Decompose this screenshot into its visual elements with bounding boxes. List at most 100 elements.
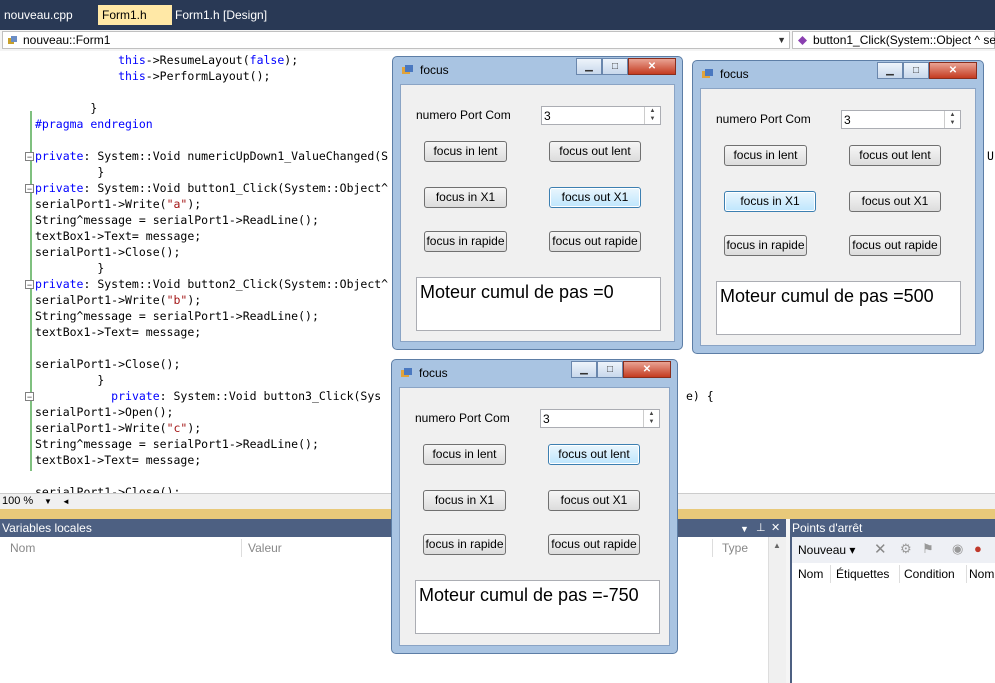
- maximize-button[interactable]: □: [903, 62, 929, 79]
- focus-in-rapide-button[interactable]: focus in rapide: [423, 534, 506, 555]
- breakpoints-column-header[interactable]: Nom: [794, 565, 831, 583]
- focus-out-rapide-button[interactable]: focus out rapide: [549, 231, 641, 252]
- minimize-button[interactable]: ▁: [571, 361, 597, 378]
- code-line: }: [35, 260, 104, 276]
- tab-form1-design[interactable]: Form1.h [Design]: [171, 5, 271, 25]
- close-button[interactable]: ✕: [929, 62, 977, 79]
- focus-in-x1-button[interactable]: focus in X1: [423, 490, 506, 511]
- code-text: ->ResumeLayout(: [145, 53, 250, 67]
- scroll-up-icon[interactable]: ▲: [773, 541, 781, 550]
- output-textbox[interactable]: Moteur cumul de pas =-750: [415, 580, 660, 634]
- port-com-stepper[interactable]: 3 ▲ ▼: [841, 110, 961, 129]
- focus-dialog[interactable]: focus ▁ □ ✕ numero Port Com 3 ▲ ▼ Moteur …: [391, 359, 678, 654]
- maximize-button[interactable]: □: [602, 58, 628, 75]
- focus-dialog[interactable]: focus ▁ □ ✕ numero Port Com 3 ▲ ▼ Moteur …: [692, 60, 984, 354]
- code-line: serialPort1->Write("c");: [35, 420, 201, 436]
- focus-out-rapide-button[interactable]: focus out rapide: [548, 534, 640, 555]
- close-button[interactable]: ✕: [623, 361, 671, 378]
- disable-breakpoint-icon[interactable]: ⚙: [900, 541, 912, 557]
- new-breakpoint-button[interactable]: Nouveau ▾: [798, 543, 855, 557]
- document-tab-bar: nouveau.cpp Form1.h Form1.h [Design]: [0, 0, 995, 30]
- method-icon: [798, 36, 807, 45]
- pin-icon[interactable]: ⊥: [756, 519, 766, 537]
- member-combo[interactable]: button1_Click(System::Object ^ se: [792, 31, 995, 49]
- code-line: serialPort1->Close();: [35, 244, 180, 260]
- enable-breakpoint-icon[interactable]: ⚑: [922, 541, 934, 557]
- delete-icon[interactable]: ✕: [874, 540, 887, 558]
- focus-in-lent-button[interactable]: focus in lent: [724, 145, 807, 166]
- code-string: "c": [166, 421, 188, 435]
- stepper-arrows-icon[interactable]: ▲ ▼: [944, 111, 960, 128]
- breakpoints-panel-title: Points d'arrêt: [790, 519, 995, 537]
- dropdown-icon[interactable]: ▼: [740, 520, 749, 538]
- dialog-titlebar[interactable]: focus ▁ □ ✕: [393, 57, 682, 83]
- code-keyword: this: [118, 53, 146, 67]
- code-text: serialPort1->Close();: [35, 245, 181, 259]
- dialog-titlebar[interactable]: focus ▁ □ ✕: [392, 360, 677, 386]
- zoom-level[interactable]: 100 %: [2, 495, 33, 507]
- breakpoints-column-header[interactable]: Étiquettes: [831, 565, 900, 583]
- port-com-value: 3: [844, 113, 851, 127]
- dialog-client-area: numero Port Com 3 ▲ ▼ Moteur cumul de pas…: [700, 88, 976, 346]
- focus-in-rapide-button[interactable]: focus in rapide: [724, 235, 807, 256]
- focus-in-lent-button[interactable]: focus in lent: [424, 141, 507, 162]
- class-combo[interactable]: nouveau::Form1 ▼: [2, 31, 790, 49]
- focus-in-x1-button[interactable]: focus in X1: [724, 191, 816, 212]
- vertical-scrollbar[interactable]: ▲: [768, 537, 786, 683]
- locals-column-header[interactable]: Type: [716, 539, 768, 557]
- chevron-down-icon[interactable]: ▼: [777, 35, 786, 45]
- code-fragment: U: [987, 149, 994, 163]
- scroll-left-icon[interactable]: ◄: [62, 497, 70, 506]
- port-com-stepper[interactable]: 3 ▲ ▼: [541, 106, 661, 125]
- code-text: : System::Void numericUpDown1_ValueChang…: [83, 149, 389, 163]
- minimize-button[interactable]: ▁: [576, 58, 602, 75]
- tab-nouveau-cpp[interactable]: nouveau.cpp: [0, 5, 77, 25]
- stepper-arrows-icon[interactable]: ▲ ▼: [643, 410, 659, 427]
- focus-dialog[interactable]: focus ▁ □ ✕ numero Port Com 3 ▲ ▼ Moteur …: [392, 56, 683, 350]
- focus-out-rapide-button[interactable]: focus out rapide: [849, 235, 941, 256]
- form-icon: [702, 69, 713, 78]
- focus-out-x1-button[interactable]: focus out X1: [849, 191, 941, 212]
- focus-in-lent-button[interactable]: focus in lent: [423, 444, 506, 465]
- code-text: textBox1->Text= message;: [35, 453, 202, 467]
- code-text: }: [97, 165, 105, 179]
- stepper-arrows-icon[interactable]: ▲ ▼: [644, 107, 660, 124]
- focus-in-x1-button[interactable]: focus in X1: [424, 187, 507, 208]
- chevron-down-icon[interactable]: ▼: [44, 497, 52, 506]
- column-label: Condition: [904, 567, 955, 581]
- code-text: );: [284, 53, 299, 67]
- breakpoints-column-header[interactable]: Nom: [967, 565, 995, 583]
- close-icon[interactable]: ✕: [771, 519, 780, 537]
- export-icon[interactable]: ◉: [952, 541, 963, 557]
- locals-column-header[interactable]: Nom: [0, 539, 242, 557]
- focus-out-lent-button[interactable]: focus out lent: [548, 444, 640, 465]
- close-button[interactable]: ✕: [628, 58, 676, 75]
- port-com-value: 3: [544, 109, 551, 123]
- dialog-titlebar[interactable]: focus ▁ □ ✕: [693, 61, 983, 87]
- code-line: serialPort1->Write("a");: [35, 196, 201, 212]
- tab-form1-h[interactable]: Form1.h: [98, 5, 172, 25]
- columns-icon[interactable]: ●: [974, 541, 982, 556]
- collapse-icon[interactable]: −: [25, 280, 34, 290]
- output-textbox[interactable]: Moteur cumul de pas =500: [716, 281, 961, 335]
- breakpoints-column-header[interactable]: Condition: [900, 565, 967, 583]
- collapse-icon[interactable]: −: [25, 184, 34, 194]
- maximize-button[interactable]: □: [597, 361, 623, 378]
- port-com-stepper[interactable]: 3 ▲ ▼: [540, 409, 660, 428]
- code-keyword: private: [35, 277, 84, 291]
- code-line: serialPort1->Close();: [35, 484, 180, 493]
- focus-out-x1-button[interactable]: focus out X1: [549, 187, 641, 208]
- collapse-icon[interactable]: −: [25, 392, 34, 402]
- focus-out-x1-button[interactable]: focus out X1: [548, 490, 640, 511]
- dialog-client-area: numero Port Com 3 ▲ ▼ Moteur cumul de pas…: [400, 84, 675, 342]
- output-textbox[interactable]: Moteur cumul de pas =0: [416, 277, 661, 331]
- code-line: serialPort1->Open();: [35, 404, 173, 420]
- focus-out-lent-button[interactable]: focus out lent: [549, 141, 641, 162]
- focus-out-lent-button[interactable]: focus out lent: [849, 145, 941, 166]
- code-text: }: [90, 101, 98, 115]
- focus-in-rapide-button[interactable]: focus in rapide: [424, 231, 507, 252]
- minimize-button[interactable]: ▁: [877, 62, 903, 79]
- collapse-icon[interactable]: −: [25, 152, 34, 162]
- code-text: String^message = serialPort1->ReadLine()…: [35, 213, 319, 227]
- code-text: String^message = serialPort1->ReadLine()…: [35, 309, 319, 323]
